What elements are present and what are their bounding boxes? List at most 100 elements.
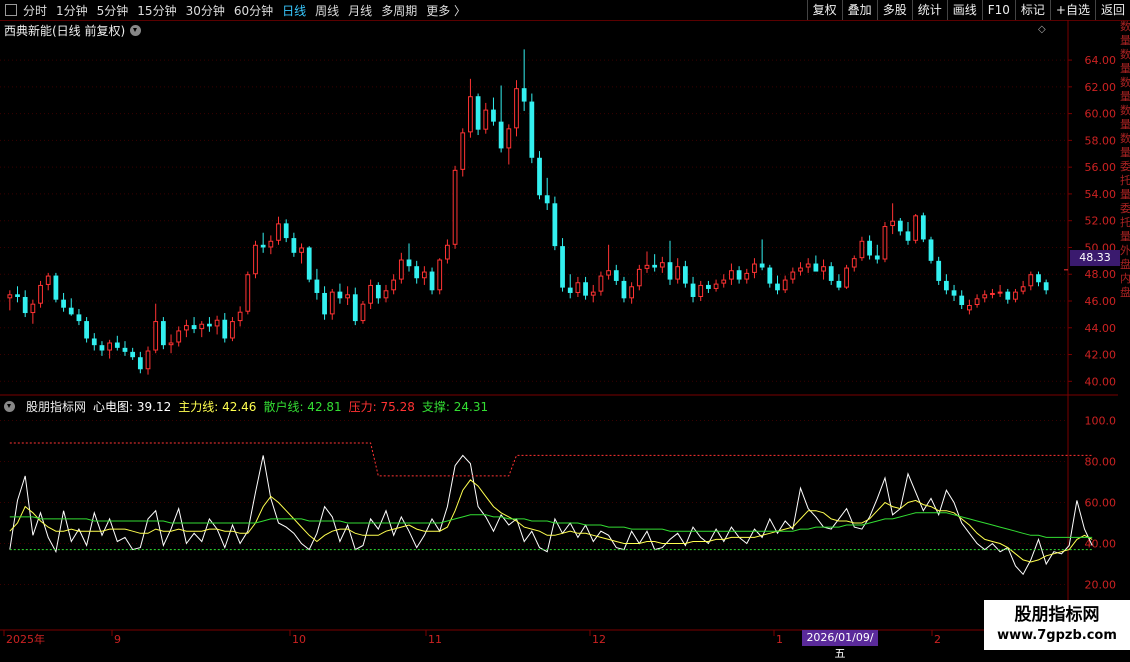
candle-body-up	[590, 291, 596, 296]
candle-body-down	[375, 284, 381, 299]
candle-body-down	[61, 299, 66, 308]
cursor-date-tag: 2026/01/09/五	[802, 630, 878, 660]
candle-body-down	[567, 287, 573, 293]
candle-body-up	[1020, 286, 1026, 292]
candle-body-down	[736, 270, 742, 280]
price-tick-label: 58.00	[1085, 134, 1117, 147]
candle-body-down	[544, 195, 550, 204]
candle-body-down	[15, 294, 20, 297]
watermark-url: www.7gpzb.com	[997, 628, 1117, 643]
candle-body-up	[168, 342, 174, 346]
watermark-title: 股朋指标网	[1014, 605, 1100, 625]
price-tick-label: 54.00	[1085, 188, 1117, 201]
candle-body-down	[613, 270, 619, 281]
candle-body-up	[268, 240, 274, 248]
candle-body-down	[491, 109, 496, 122]
time-tick-label: 1	[776, 633, 783, 646]
chevron-down-icon[interactable]	[4, 401, 15, 412]
candle-body-up	[345, 294, 350, 299]
candle-body-down	[621, 280, 627, 299]
candle-body-down	[706, 284, 711, 289]
indicator-tick-label: 80.00	[1085, 456, 1117, 469]
candle-body-up	[805, 263, 811, 268]
candle-body-up	[844, 267, 849, 288]
candle-body-down	[137, 357, 143, 370]
candle-body-up	[851, 258, 857, 268]
candle-body-down	[283, 223, 289, 239]
time-tick-label: 10	[292, 633, 306, 646]
watermark: 股朋指标网 www.7gpzb.com	[984, 600, 1130, 650]
indicator-name: 股朋指标网	[26, 400, 87, 414]
candle-body-up	[368, 284, 374, 304]
candle-body-up	[276, 223, 281, 241]
candle-body-up	[913, 215, 919, 241]
candle-body-down	[475, 96, 481, 130]
candle-body-up	[468, 96, 473, 133]
candle-body-up	[45, 275, 51, 285]
candle-body-up	[982, 294, 988, 299]
candle-body-down	[306, 247, 312, 280]
candle-body-down	[759, 263, 765, 268]
candle-body-up	[721, 279, 727, 284]
indicator-tick-label: 20.00	[1085, 579, 1117, 592]
kline-chart[interactable]: 40.0042.0044.0046.0048.0050.0052.0054.00…	[0, 0, 1130, 650]
indicator-support-value: 支撑: 24.31	[421, 400, 489, 414]
candle-body-up	[245, 274, 251, 312]
candle-body-up	[30, 303, 36, 314]
candle-body-up	[752, 263, 757, 273]
candle-body-up	[199, 323, 205, 330]
price-tick-label: 60.00	[1085, 108, 1117, 121]
candle-body-up	[882, 226, 888, 260]
candle-body-up	[452, 169, 458, 245]
candle-body-up	[483, 109, 489, 130]
candle-body-down	[560, 246, 565, 288]
candle-body-down	[690, 283, 696, 297]
price-tick-label: 56.00	[1085, 161, 1117, 174]
candle-body-up	[437, 259, 443, 291]
candle-body-up	[398, 259, 404, 280]
candle-body-down	[521, 88, 527, 102]
time-tick-label: 9	[114, 633, 121, 646]
candle-body-up	[107, 342, 113, 351]
candle-body-down	[1043, 282, 1049, 291]
candle-body-up	[859, 240, 865, 259]
candle-body-up	[214, 319, 220, 327]
candle-body-down	[1005, 291, 1011, 300]
candle-body-down	[68, 307, 74, 315]
candle-body-up	[729, 270, 734, 280]
ecg-line	[9, 454, 1093, 576]
candle-body-down	[84, 321, 89, 339]
candle-body-down	[222, 319, 228, 339]
candle-body-down	[207, 323, 212, 327]
candle-body-up	[184, 325, 189, 331]
indicator-ecg-value: 心电图: 39.12	[93, 400, 172, 414]
candle-body-up	[237, 311, 243, 322]
indicator-tick-label: 100.0	[1085, 415, 1117, 428]
candle-body-up	[7, 294, 13, 299]
candle-body-up	[967, 305, 972, 311]
candle-body-up	[821, 266, 826, 272]
time-tick-label: 2	[934, 633, 941, 646]
candle-body-down	[91, 338, 97, 346]
candle-body-up	[506, 128, 512, 149]
candle-body-up	[744, 272, 750, 280]
candle-body-down	[652, 264, 658, 268]
candle-body-up	[176, 330, 182, 343]
candle-body-down	[414, 266, 420, 279]
candle-body-up	[698, 284, 704, 297]
candle-body-up	[253, 244, 258, 275]
candle-body-up	[360, 303, 366, 322]
candle-body-up	[445, 244, 450, 260]
time-tick-label: 12	[592, 633, 606, 646]
price-tick-label: 52.00	[1085, 215, 1117, 228]
candle-body-down	[260, 244, 266, 248]
side-panel-strip[interactable]: 数量数量数量数量数量委托量委托量外盘内盘	[1120, 20, 1130, 650]
candle-body-up	[659, 262, 665, 268]
candle-body-down	[99, 345, 105, 351]
candle-body-down	[352, 294, 358, 322]
indicator-tick-label: 60.00	[1085, 497, 1117, 510]
candle-body-down	[53, 275, 59, 300]
price-tick-label: 40.00	[1085, 375, 1117, 388]
candle-body-down	[291, 238, 297, 253]
candle-body-up	[391, 279, 397, 291]
